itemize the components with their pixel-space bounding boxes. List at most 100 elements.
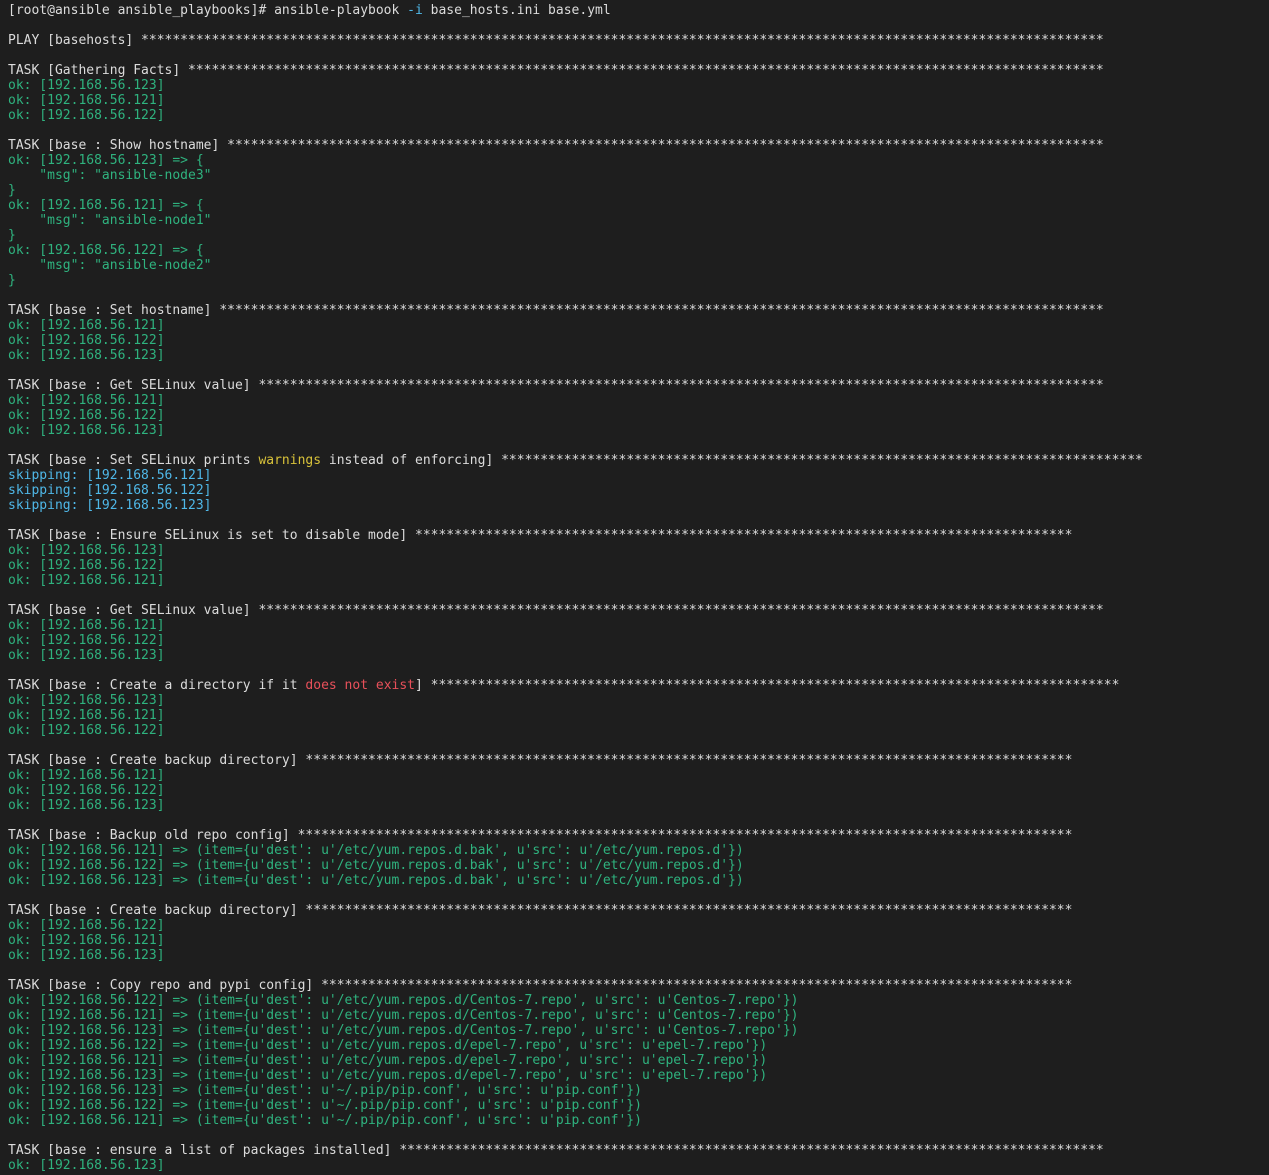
terminal-text: TASK [base : Create backup directory] **…	[8, 753, 1073, 768]
terminal-text: ok: [192.168.56.122]	[8, 633, 165, 648]
terminal-text: ok: [192.168.56.122] => {	[8, 243, 204, 258]
terminal-text: skipping: [192.168.56.121]	[8, 468, 212, 483]
terminal-line: ok: [192.168.56.121]	[8, 93, 1269, 108]
terminal-text: ok: [192.168.56.123] => (item={u'dest': …	[8, 873, 744, 888]
terminal-text: ok: [192.168.56.122] => (item={u'dest': …	[8, 1098, 642, 1113]
terminal-text: ] **************************************…	[415, 678, 1120, 693]
terminal-line: ok: [192.168.56.122]	[8, 108, 1269, 123]
terminal-text: ok: [192.168.56.122]	[8, 783, 165, 798]
terminal-text: [root@ansible ansible_playbooks]# ansibl…	[8, 3, 408, 18]
terminal-line: ok: [192.168.56.122] => {	[8, 243, 1269, 258]
terminal-text: ok: [192.168.56.122]	[8, 723, 165, 738]
terminal-line: ok: [192.168.56.122] => (item={u'dest': …	[8, 1038, 1269, 1053]
terminal-line: ok: [192.168.56.123]	[8, 693, 1269, 708]
terminal-text: ok: [192.168.56.122] => (item={u'dest': …	[8, 1038, 768, 1053]
terminal-line: ok: [192.168.56.121]	[8, 318, 1269, 333]
terminal-text: TASK [base : ensure a list of packages i…	[8, 1143, 1104, 1158]
terminal-line: [root@ansible ansible_playbooks]# ansibl…	[8, 3, 1269, 18]
terminal-text: "msg": "ansible-node2"	[8, 258, 212, 273]
terminal-line: TASK [base : Create a directory if it do…	[8, 678, 1269, 693]
terminal-line: "msg": "ansible-node3"	[8, 168, 1269, 183]
terminal-line: ok: [192.168.56.122]	[8, 333, 1269, 348]
terminal-text: }	[8, 228, 16, 243]
terminal-text: ok: [192.168.56.123] => (item={u'dest': …	[8, 1068, 768, 1083]
terminal-line: ok: [192.168.56.122]	[8, 783, 1269, 798]
terminal-text: ok: [192.168.56.121] => (item={u'dest': …	[8, 843, 744, 858]
terminal-line: ok: [192.168.56.121] => (item={u'dest': …	[8, 1113, 1269, 1128]
terminal-text: ok: [192.168.56.123]	[8, 348, 165, 363]
terminal-text: ok: [192.168.56.121]	[8, 708, 165, 723]
terminal-text: ok: [192.168.56.121] => (item={u'dest': …	[8, 1113, 642, 1128]
terminal-text: ok: [192.168.56.122] => (item={u'dest': …	[8, 858, 744, 873]
terminal-text: skipping: [192.168.56.123]	[8, 498, 212, 513]
terminal-text: TASK [base : Show hostname] ************…	[8, 138, 1104, 153]
terminal-line: ok: [192.168.56.121] => (item={u'dest': …	[8, 843, 1269, 858]
terminal-line: skipping: [192.168.56.121]	[8, 468, 1269, 483]
terminal-line: ok: [192.168.56.121]	[8, 393, 1269, 408]
terminal-text: ok: [192.168.56.123]	[8, 423, 165, 438]
terminal-text: ok: [192.168.56.121]	[8, 93, 165, 108]
terminal-text: }	[8, 183, 16, 198]
terminal-text: ok: [192.168.56.121]	[8, 933, 165, 948]
terminal-text: ok: [192.168.56.123] => (item={u'dest': …	[8, 1083, 642, 1098]
terminal-text: ok: [192.168.56.123]	[8, 1158, 165, 1173]
terminal-text: "msg": "ansible-node1"	[8, 213, 212, 228]
terminal-text: ok: [192.168.56.123]	[8, 543, 165, 558]
terminal-line: ok: [192.168.56.122] => (item={u'dest': …	[8, 993, 1269, 1008]
terminal-line: ok: [192.168.56.122] => (item={u'dest': …	[8, 1098, 1269, 1113]
terminal-text: ok: [192.168.56.122]	[8, 918, 165, 933]
terminal-text: ok: [192.168.56.121]	[8, 393, 165, 408]
terminal-line: ok: [192.168.56.123]	[8, 348, 1269, 363]
terminal-line: ok: [192.168.56.123]	[8, 948, 1269, 963]
terminal-line: ok: [192.168.56.121] => {	[8, 198, 1269, 213]
terminal-line: ok: [192.168.56.123]	[8, 423, 1269, 438]
terminal-line: TASK [base : Set hostname] *************…	[8, 303, 1269, 318]
terminal-line: TASK [base : Get SELinux value] ********…	[8, 603, 1269, 618]
terminal-line: ok: [192.168.56.123]	[8, 648, 1269, 663]
terminal-line: ok: [192.168.56.122]	[8, 633, 1269, 648]
terminal-text: TASK [base : Get SELinux value] ********…	[8, 378, 1104, 393]
terminal-text: warnings	[258, 453, 322, 468]
terminal-line: ok: [192.168.56.123] => (item={u'dest': …	[8, 1068, 1269, 1083]
terminal-text: ok: [192.168.56.122]	[8, 108, 165, 123]
terminal-line: ok: [192.168.56.122]	[8, 918, 1269, 933]
terminal-text: TASK [base : Backup old repo config] ***…	[8, 828, 1073, 843]
terminal-text: TASK [Gathering Facts] *****************…	[8, 63, 1104, 78]
terminal-line: ok: [192.168.56.121]	[8, 708, 1269, 723]
terminal-line: ok: [192.168.56.121]	[8, 573, 1269, 588]
terminal-line: TASK [base : Show hostname] ************…	[8, 138, 1269, 153]
terminal-line: skipping: [192.168.56.122]	[8, 483, 1269, 498]
terminal-line: TASK [base : Get SELinux value] ********…	[8, 378, 1269, 393]
terminal-text: TASK [base : Set hostname] *************…	[8, 303, 1104, 318]
terminal-line: }	[8, 273, 1269, 288]
terminal-line: TASK [base : Create backup directory] **…	[8, 903, 1269, 918]
terminal-text: ok: [192.168.56.121]	[8, 573, 165, 588]
terminal-text: ok: [192.168.56.121]	[8, 768, 165, 783]
terminal-line: ok: [192.168.56.123] => (item={u'dest': …	[8, 873, 1269, 888]
terminal-line: ok: [192.168.56.123]	[8, 1158, 1269, 1173]
terminal-text: TASK [base : Create a directory if it	[8, 678, 306, 693]
terminal-text: ok: [192.168.56.122]	[8, 333, 165, 348]
terminal-line: TASK [base : Ensure SELinux is set to di…	[8, 528, 1269, 543]
terminal-output[interactable]: [root@ansible ansible_playbooks]# ansibl…	[0, 0, 1269, 1175]
terminal-text: ok: [192.168.56.123]	[8, 798, 165, 813]
terminal-line: ok: [192.168.56.123] => (item={u'dest': …	[8, 1083, 1269, 1098]
terminal-line: ok: [192.168.56.123] => (item={u'dest': …	[8, 1023, 1269, 1038]
terminal-text: ok: [192.168.56.123]	[8, 693, 165, 708]
terminal-text: TASK [base : Get SELinux value] ********…	[8, 603, 1104, 618]
terminal-text: ok: [192.168.56.121]	[8, 318, 165, 333]
terminal-line: ok: [192.168.56.123]	[8, 78, 1269, 93]
terminal-line: "msg": "ansible-node2"	[8, 258, 1269, 273]
terminal-line: ok: [192.168.56.122] => (item={u'dest': …	[8, 858, 1269, 873]
terminal-text: TASK [base : Copy repo and pypi config] …	[8, 978, 1073, 993]
terminal-text: ok: [192.168.56.121] => {	[8, 198, 204, 213]
